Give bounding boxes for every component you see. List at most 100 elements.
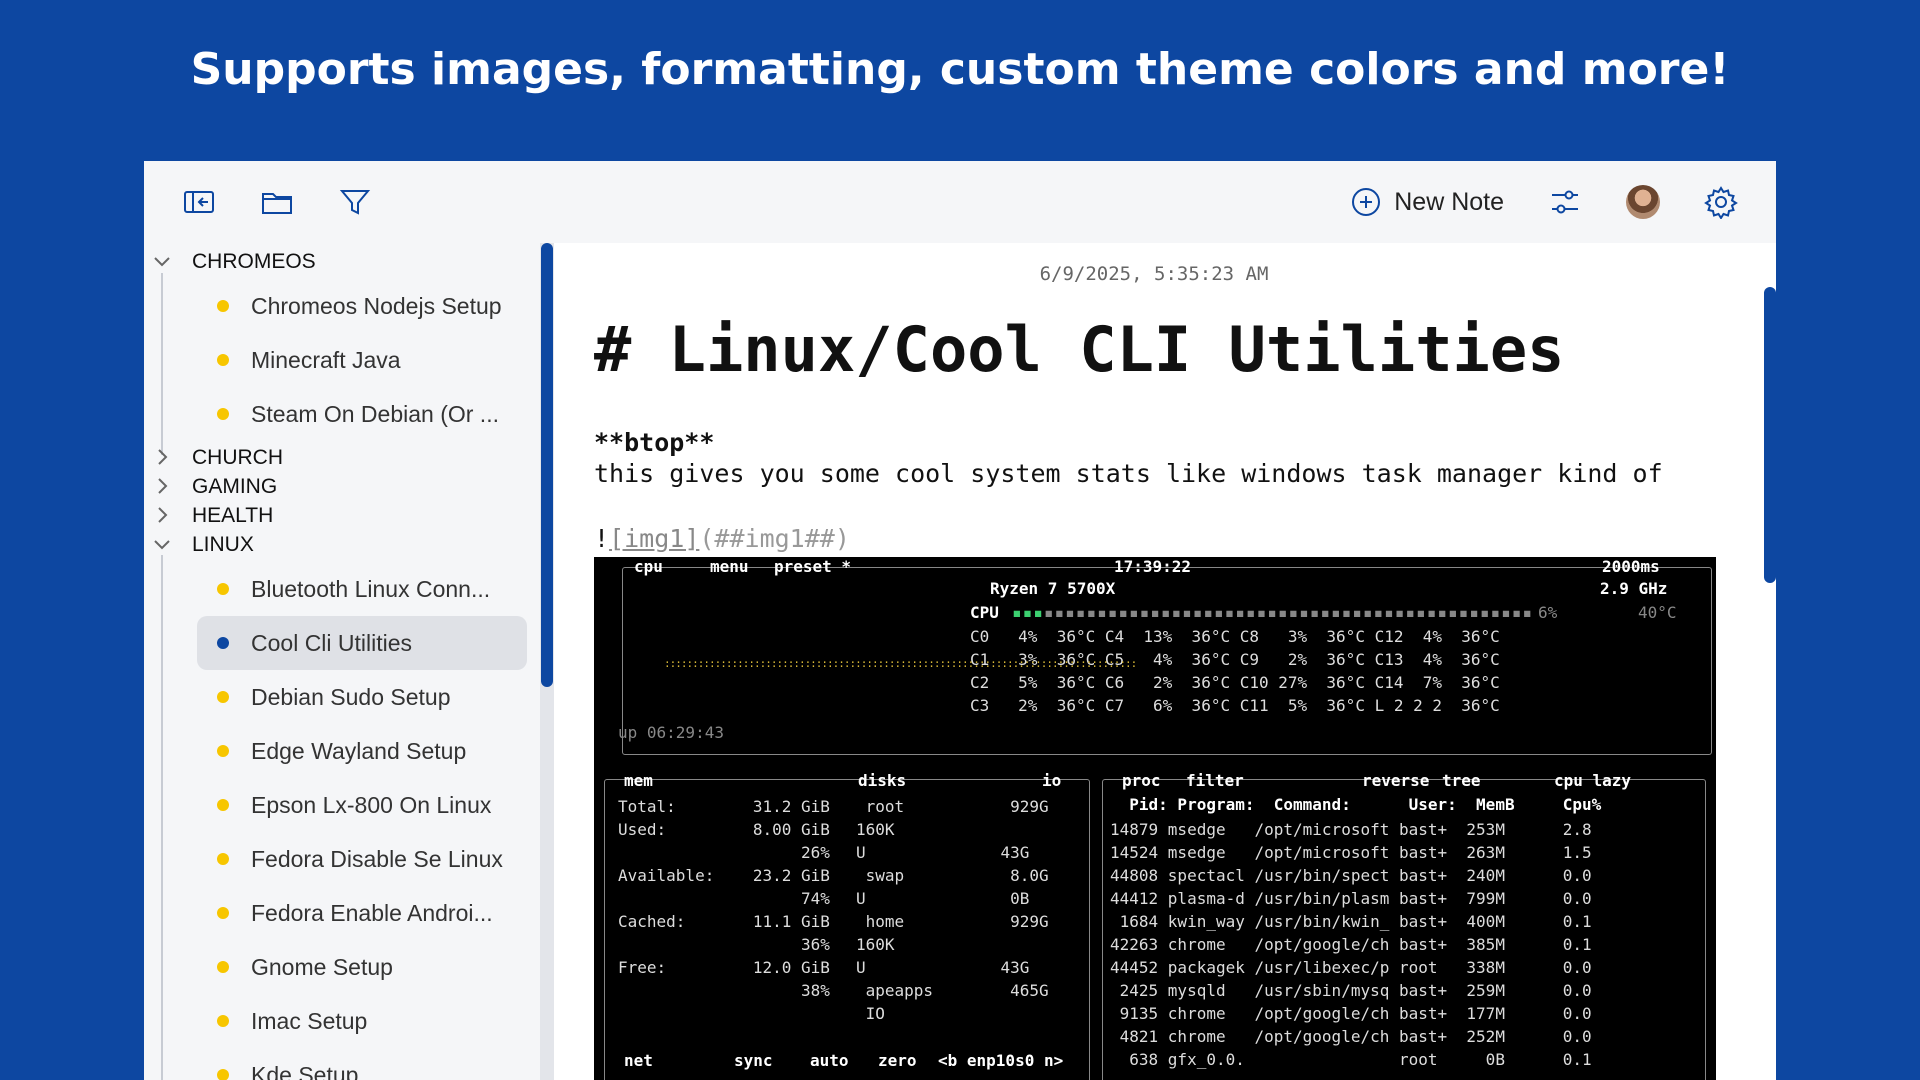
disks-title: disks — [858, 771, 907, 790]
proc-row: 44808 spectacl /usr/bin/spect bast+ 240M… — [1110, 866, 1592, 885]
disk-row: U 0B — [856, 889, 1030, 908]
proc-row: 9135 chrome /opt/google/ch bast+ 177M 0.… — [1110, 1004, 1592, 1023]
proc-tree: tree — [1442, 771, 1481, 790]
note-title: Fedora Disable Se Linux — [251, 845, 503, 872]
chevron-down-icon — [152, 251, 172, 271]
note-item[interactable]: Chromeos Nodejs Setup — [197, 279, 527, 333]
mem-row: Free: 12.0 GiB — [618, 958, 830, 977]
note-title: Debian Sudo Setup — [251, 683, 451, 710]
note-item[interactable]: Debian Sudo Setup — [197, 670, 527, 724]
note-item[interactable]: Kde Setup — [197, 1048, 527, 1080]
note-dot — [217, 691, 229, 703]
note-dot — [217, 637, 229, 649]
note-dot — [217, 583, 229, 595]
mem-rows: Total: 31.2 GiB Used: 8.00 GiB 26% Availab… — [618, 795, 830, 1002]
note-title: Minecraft Java — [251, 346, 401, 373]
tree-guide — [161, 555, 163, 1080]
note-title: Chromeos Nodejs Setup — [251, 292, 502, 319]
folder-gaming[interactable]: GAMING — [144, 472, 540, 501]
view-options-button[interactable] — [1544, 181, 1586, 223]
filter-button[interactable] — [334, 181, 376, 223]
uptime: up 06:29:43 — [618, 723, 724, 742]
note-item[interactable]: Steam On Debian (Or ... — [197, 387, 527, 441]
note-item[interactable]: Epson Lx-800 On Linux — [197, 778, 527, 832]
proc-rows: 14879 msedge /opt/microsoft bast+ 253M 2… — [1110, 818, 1592, 1071]
folder-chromeos[interactable]: CHROMEOS — [144, 247, 540, 276]
note-title: Steam On Debian (Or ... — [251, 400, 499, 427]
image-target: (##img1##) — [699, 524, 850, 553]
proc-filter: filter — [1186, 771, 1244, 790]
gear-icon — [1704, 186, 1738, 219]
disk-row: root 929G — [856, 797, 1049, 816]
cpu-graph: ::::::::::::::::::::::::::::::::::::::::… — [664, 657, 1137, 670]
proc-title: proc — [1122, 771, 1161, 790]
note-item[interactable]: Imac Setup — [197, 994, 527, 1048]
folder-linux[interactable]: LINUX — [144, 530, 540, 559]
note-title: Bluetooth Linux Conn... — [251, 575, 491, 602]
image-reference: ![img1](##img1##) — [594, 524, 850, 553]
note-heading: # Linux/Cool CLI Utilities — [594, 313, 1565, 386]
note-title: Cool Cli Utilities — [251, 629, 413, 656]
note-text-line: this gives you some cool system stats li… — [594, 459, 1663, 488]
cpu-tab: cpu — [634, 557, 663, 576]
note-item[interactable]: Minecraft Java — [197, 333, 527, 387]
note-title: Epson Lx-800 On Linux — [251, 791, 492, 818]
note-title: Kde Setup — [251, 1061, 359, 1080]
disk-row: swap 8.0G — [856, 866, 1049, 885]
clock: 17:39:22 — [1114, 557, 1192, 576]
user-avatar[interactable] — [1626, 185, 1660, 219]
folder-church[interactable]: CHURCH — [144, 443, 540, 472]
mem-row: Total: 31.2 GiB — [618, 797, 830, 816]
mem-row: Cached: 11.1 GiB — [618, 912, 830, 931]
chevron-down-icon — [152, 534, 172, 554]
folders-button[interactable] — [256, 181, 298, 223]
note-item[interactable]: Fedora Enable Androi... — [197, 886, 527, 940]
cpu-total-label: CPU — [970, 603, 999, 622]
new-note-button[interactable]: New Note — [1350, 186, 1504, 218]
settings-button[interactable] — [1700, 181, 1742, 223]
folder-label: HEALTH — [192, 503, 274, 527]
note-item[interactable]: Bluetooth Linux Conn... — [197, 562, 527, 616]
note-title: Edge Wayland Setup — [251, 737, 467, 764]
proc-row: 1684 kwin_way /usr/bin/kwin_ bast+ 400M … — [1110, 912, 1592, 931]
mem-row: Used: 8.00 GiB — [618, 820, 830, 839]
new-note-label: New Note — [1394, 187, 1504, 216]
net-title: net — [624, 1051, 653, 1070]
update-interval: 2000ms — [1602, 557, 1660, 576]
disk-row: home 929G — [856, 912, 1049, 931]
image-link[interactable]: [img1] — [609, 524, 699, 553]
toolbar: New Note — [144, 161, 1776, 243]
disk-row: apeapps 465G — [856, 981, 1049, 1000]
sidebar-scrollbar-thumb[interactable] — [541, 243, 553, 687]
mem-row: 36% — [618, 935, 830, 954]
content-scrollbar-thumb[interactable] — [1764, 287, 1776, 583]
mem-row: 26% — [618, 843, 830, 862]
note-dot — [217, 907, 229, 919]
tree-guide — [161, 273, 163, 455]
disk-row: IO — [856, 1004, 885, 1023]
note-editor[interactable]: 6/9/2025, 5:35:23 AM # Linux/Cool CLI Ut… — [554, 243, 1776, 1080]
disk-row: U 43G — [856, 843, 1030, 862]
disk-row: U 43G — [856, 958, 1030, 977]
note-item[interactable]: Fedora Disable Se Linux — [197, 832, 527, 886]
toggle-sidebar-button[interactable] — [178, 181, 220, 223]
note-timestamp: 6/9/2025, 5:35:23 AM — [1039, 263, 1269, 285]
net-zero: zero — [878, 1051, 917, 1070]
menu-tab: menu — [710, 557, 749, 576]
proc-header: Pid: Program: Command: User: MemB Cpu% — [1110, 795, 1602, 814]
chevron-right-icon — [152, 505, 172, 525]
filter-icon — [339, 190, 371, 215]
note-item-active[interactable]: Cool Cli Utilities — [197, 616, 527, 670]
proc-sort: cpu lazy — [1554, 771, 1632, 790]
mem-row: Available: 23.2 GiB — [618, 866, 830, 885]
folder-icon — [262, 193, 292, 214]
proc-reverse: reverse — [1362, 771, 1430, 790]
note-item[interactable]: Gnome Setup — [197, 940, 527, 994]
image-bang: ! — [594, 524, 610, 553]
proc-row: 4821 chrome /opt/google/ch bast+ 252M 0.… — [1110, 1027, 1592, 1046]
mem-title: mem — [624, 771, 653, 790]
chevron-right-icon — [152, 476, 172, 496]
proc-row: 14879 msedge /opt/microsoft bast+ 253M 2… — [1110, 820, 1592, 839]
note-item[interactable]: Edge Wayland Setup — [197, 724, 527, 778]
folder-health[interactable]: HEALTH — [144, 501, 540, 530]
